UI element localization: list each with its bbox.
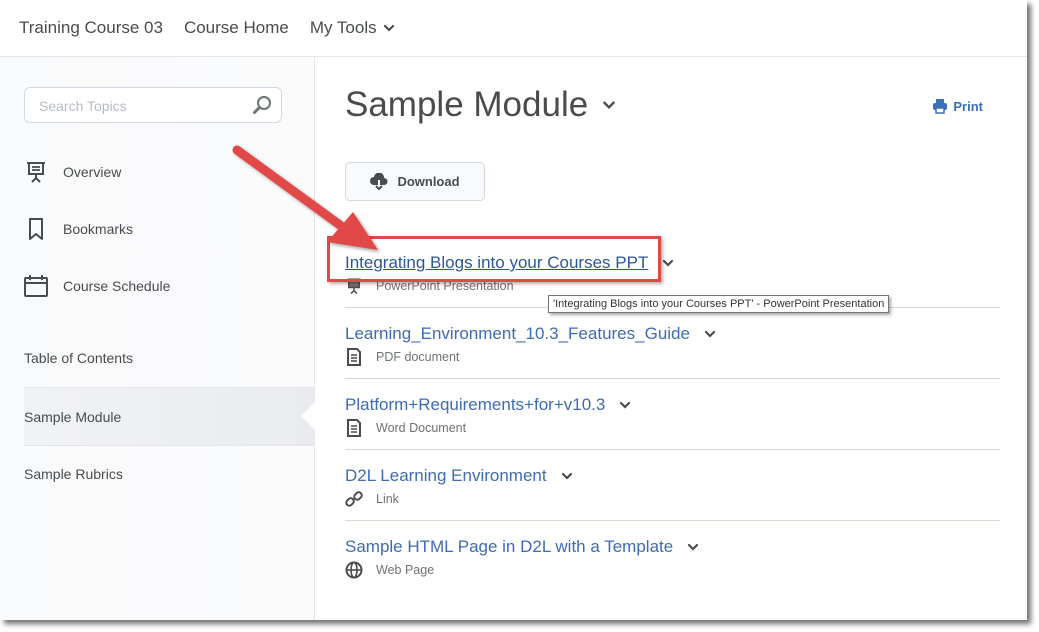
presentation-icon bbox=[27, 162, 45, 183]
document-icon bbox=[347, 348, 361, 366]
globe-icon bbox=[345, 561, 363, 579]
search-placeholder: Search Topics bbox=[39, 98, 127, 114]
topic-link[interactable]: Sample HTML Page in D2L with a Template bbox=[345, 537, 673, 557]
search-topics-input[interactable]: Search Topics bbox=[24, 87, 282, 123]
nav-course-name[interactable]: Training Course 03 bbox=[19, 18, 163, 38]
sidebar-item-label: Course Schedule bbox=[63, 278, 171, 294]
chevron-down-icon bbox=[383, 24, 394, 32]
chevron-down-icon[interactable] bbox=[704, 328, 716, 340]
chevron-down-icon[interactable] bbox=[602, 98, 616, 112]
topic-type: Link bbox=[376, 492, 399, 506]
topic-type: Word Document bbox=[376, 421, 467, 435]
sidebar-item-sample-rubrics[interactable]: Sample Rubrics bbox=[24, 445, 314, 502]
topic-type: Web Page bbox=[376, 563, 435, 577]
printer-icon bbox=[933, 99, 948, 114]
annotation-highlight-box bbox=[327, 236, 661, 282]
topic-item: D2L Learning Environment Link bbox=[345, 466, 1000, 508]
toc-item-label: Sample Module bbox=[24, 408, 122, 425]
sidebar-item-label: Overview bbox=[63, 164, 122, 180]
sidebar-item-label: Bookmarks bbox=[63, 221, 134, 237]
top-navigation: Training Course 03 Course Home My Tools bbox=[0, 0, 1027, 57]
bookmark-icon bbox=[29, 218, 43, 240]
print-button[interactable]: Print bbox=[932, 98, 983, 114]
divider bbox=[345, 449, 1000, 450]
chevron-down-icon[interactable] bbox=[687, 541, 699, 553]
topic-link[interactable]: Learning_Environment_10.3_Features_Guide bbox=[345, 324, 690, 344]
calendar-icon bbox=[24, 275, 48, 297]
topic-item: Platform+Requirements+for+v10.3 Word Doc… bbox=[345, 395, 1000, 437]
sidebar-item-overview[interactable]: Overview bbox=[24, 157, 121, 187]
document-icon bbox=[347, 419, 361, 437]
chevron-down-icon[interactable] bbox=[561, 470, 573, 482]
divider bbox=[345, 520, 1000, 521]
sidebar-item-table-of-contents[interactable]: Table of Contents bbox=[24, 329, 314, 386]
nav-course-home-label: Course Home bbox=[183, 18, 289, 37]
chevron-down-icon[interactable] bbox=[619, 399, 631, 411]
tooltip: 'Integrating Blogs into your Courses PPT… bbox=[548, 295, 890, 313]
browser-frame: Training Course 03 Course Home My Tools … bbox=[0, 0, 1027, 620]
nav-my-tools-label: My Tools bbox=[309, 18, 377, 37]
module-title[interactable]: Sample Module bbox=[345, 85, 616, 125]
active-indicator bbox=[301, 402, 315, 430]
main-content: Sample Module Print Download Integrating… bbox=[315, 57, 1027, 620]
chevron-down-icon[interactable] bbox=[662, 257, 674, 269]
topic-item: Learning_Environment_10.3_Features_Guide… bbox=[345, 324, 1000, 366]
topic-link[interactable]: Platform+Requirements+for+v10.3 bbox=[345, 395, 605, 415]
topic-item: Sample HTML Page in D2L with a Template … bbox=[345, 537, 1000, 579]
sidebar-item-sample-module[interactable]: Sample Module bbox=[24, 387, 315, 446]
nav-course-home[interactable]: Course Home bbox=[184, 18, 289, 38]
topic-type: PDF document bbox=[376, 350, 460, 364]
download-button[interactable]: Download bbox=[345, 162, 485, 201]
nav-course-name-label: Training Course 03 bbox=[19, 18, 163, 37]
topic-link[interactable]: D2L Learning Environment bbox=[345, 466, 547, 486]
toc-item-label: Table of Contents bbox=[24, 349, 133, 366]
cloud-download-icon bbox=[370, 172, 388, 190]
nav-my-tools[interactable]: My Tools bbox=[310, 18, 395, 38]
sidebar-item-bookmarks[interactable]: Bookmarks bbox=[24, 214, 133, 244]
sidebar-item-course-schedule[interactable]: Course Schedule bbox=[24, 271, 170, 301]
divider bbox=[345, 378, 1000, 379]
link-icon bbox=[345, 491, 363, 507]
print-label: Print bbox=[953, 98, 983, 114]
page-title: Sample Module bbox=[345, 85, 589, 124]
toc-item-label: Sample Rubrics bbox=[24, 465, 123, 482]
sidebar: Search Topics Overview Bookmarks Course … bbox=[0, 57, 315, 620]
download-label: Download bbox=[397, 174, 460, 189]
search-icon[interactable] bbox=[252, 95, 272, 115]
